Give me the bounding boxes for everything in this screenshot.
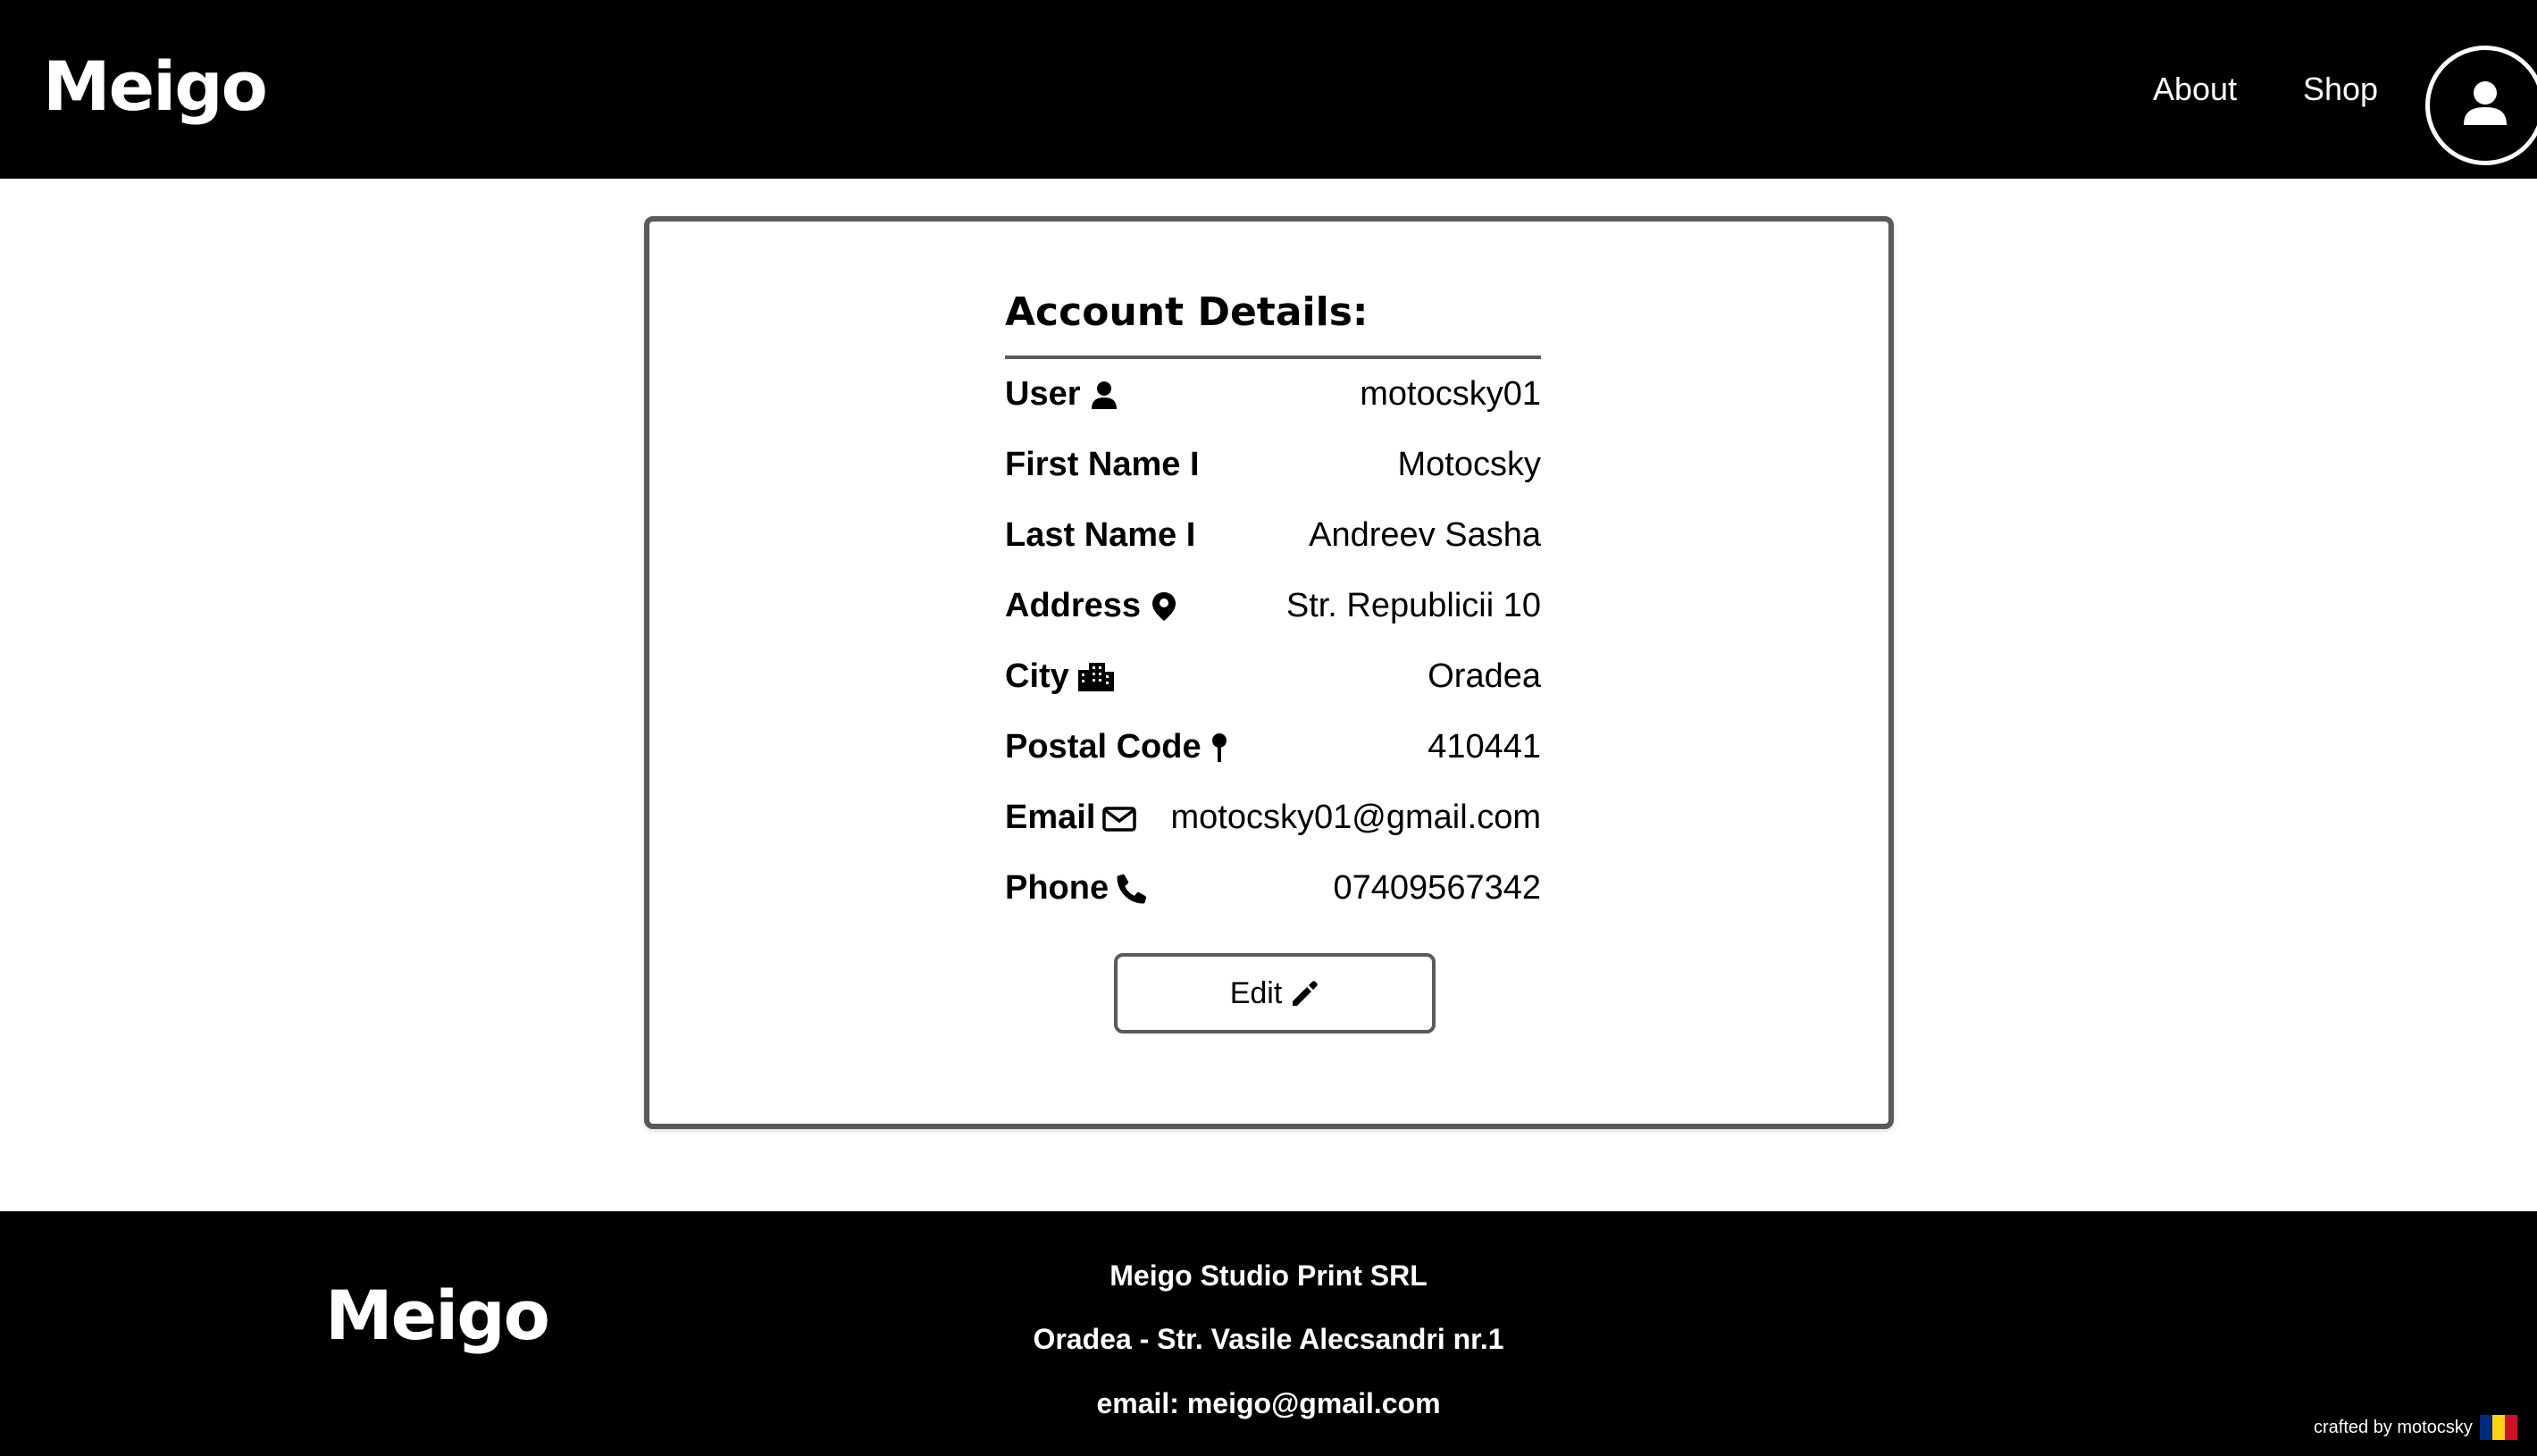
user-label: User bbox=[1005, 375, 1081, 413]
city-label: City bbox=[1005, 657, 1069, 695]
user-value: motocsky01 bbox=[1360, 375, 1541, 413]
detail-row-first-name: First Name I Motocsky bbox=[1005, 430, 1541, 500]
last-name-value: Andreev Sasha bbox=[1309, 516, 1541, 554]
site-footer: Meigo Meigo Studio Print SRL Oradea - St… bbox=[0, 1211, 2537, 1456]
flag-stripe-yellow bbox=[2491, 1415, 2505, 1440]
detail-row-postal-code: Postal Code 410441 bbox=[1005, 712, 1541, 782]
postal-code-value: 410441 bbox=[1428, 728, 1541, 766]
detail-row-user: User motocsky01 bbox=[1005, 359, 1541, 430]
first-name-label: First Name I bbox=[1005, 446, 1200, 483]
email-value: motocsky01@gmail.com bbox=[1170, 799, 1541, 836]
phone-label: Phone bbox=[1005, 869, 1109, 907]
account-card: Account Details: User motocsky01 First N… bbox=[644, 216, 1894, 1129]
account-details: Account Details: User motocsky01 First N… bbox=[1005, 286, 1541, 924]
user-circle-icon bbox=[2464, 81, 2507, 125]
user-icon bbox=[1091, 381, 1117, 409]
credit-text: crafted by motocsky bbox=[2314, 1418, 2473, 1437]
flag-stripe-blue bbox=[2479, 1415, 2492, 1440]
detail-row-phone: Phone 07409567342 bbox=[1005, 853, 1541, 924]
detail-row-email: Email motocsky01@gmail.com bbox=[1005, 782, 1541, 853]
postal-code-label: Postal Code bbox=[1005, 728, 1202, 766]
edit-button[interactable]: Edit bbox=[1114, 953, 1436, 1033]
nav-about-link[interactable]: About bbox=[2153, 64, 2237, 114]
city-icon bbox=[1077, 662, 1114, 691]
address-value: Str. Republicii 10 bbox=[1285, 587, 1541, 624]
phone-icon bbox=[1117, 874, 1147, 903]
account-details-title: Account Details: bbox=[1005, 289, 1369, 335]
detail-row-last-name: Last Name I Andreev Sasha bbox=[1005, 500, 1541, 571]
detail-row-city: City Oradea bbox=[1005, 641, 1541, 712]
footer-email[interactable]: email: meigo@gmail.com bbox=[0, 1384, 2537, 1423]
phone-value: 07409567342 bbox=[1333, 869, 1541, 907]
pencil-icon bbox=[1293, 981, 1319, 1006]
detail-row-address: Address Str. Republicii 10 bbox=[1005, 571, 1541, 641]
footer-company: Meigo Studio Print SRL bbox=[1109, 1259, 1428, 1292]
edit-label: Edit bbox=[1229, 975, 1283, 1010]
flag-stripe-red bbox=[2504, 1415, 2517, 1440]
address-label: Address bbox=[1005, 587, 1142, 624]
nav-shop-link[interactable]: Shop bbox=[2303, 64, 2378, 114]
map-pin-icon bbox=[1211, 732, 1227, 762]
city-value: Oradea bbox=[1428, 657, 1541, 695]
email-label: Email bbox=[1005, 799, 1096, 836]
footer-address: Oradea - Str. Vasile Alecsandri nr.1 bbox=[1033, 1323, 1504, 1355]
first-name-value: Motocsky bbox=[1397, 446, 1541, 483]
romania-flag-icon bbox=[2479, 1415, 2517, 1440]
map-marker-icon bbox=[1152, 591, 1176, 621]
header-logo[interactable]: Meigo bbox=[43, 46, 268, 127]
account-button[interactable] bbox=[2425, 46, 2537, 165]
last-name-label: Last Name I bbox=[1005, 516, 1196, 554]
site-header: Meigo About Shop bbox=[0, 0, 2537, 179]
footer-credit: crafted by motocsky bbox=[2314, 1415, 2517, 1440]
envelope-icon bbox=[1102, 806, 1137, 832]
